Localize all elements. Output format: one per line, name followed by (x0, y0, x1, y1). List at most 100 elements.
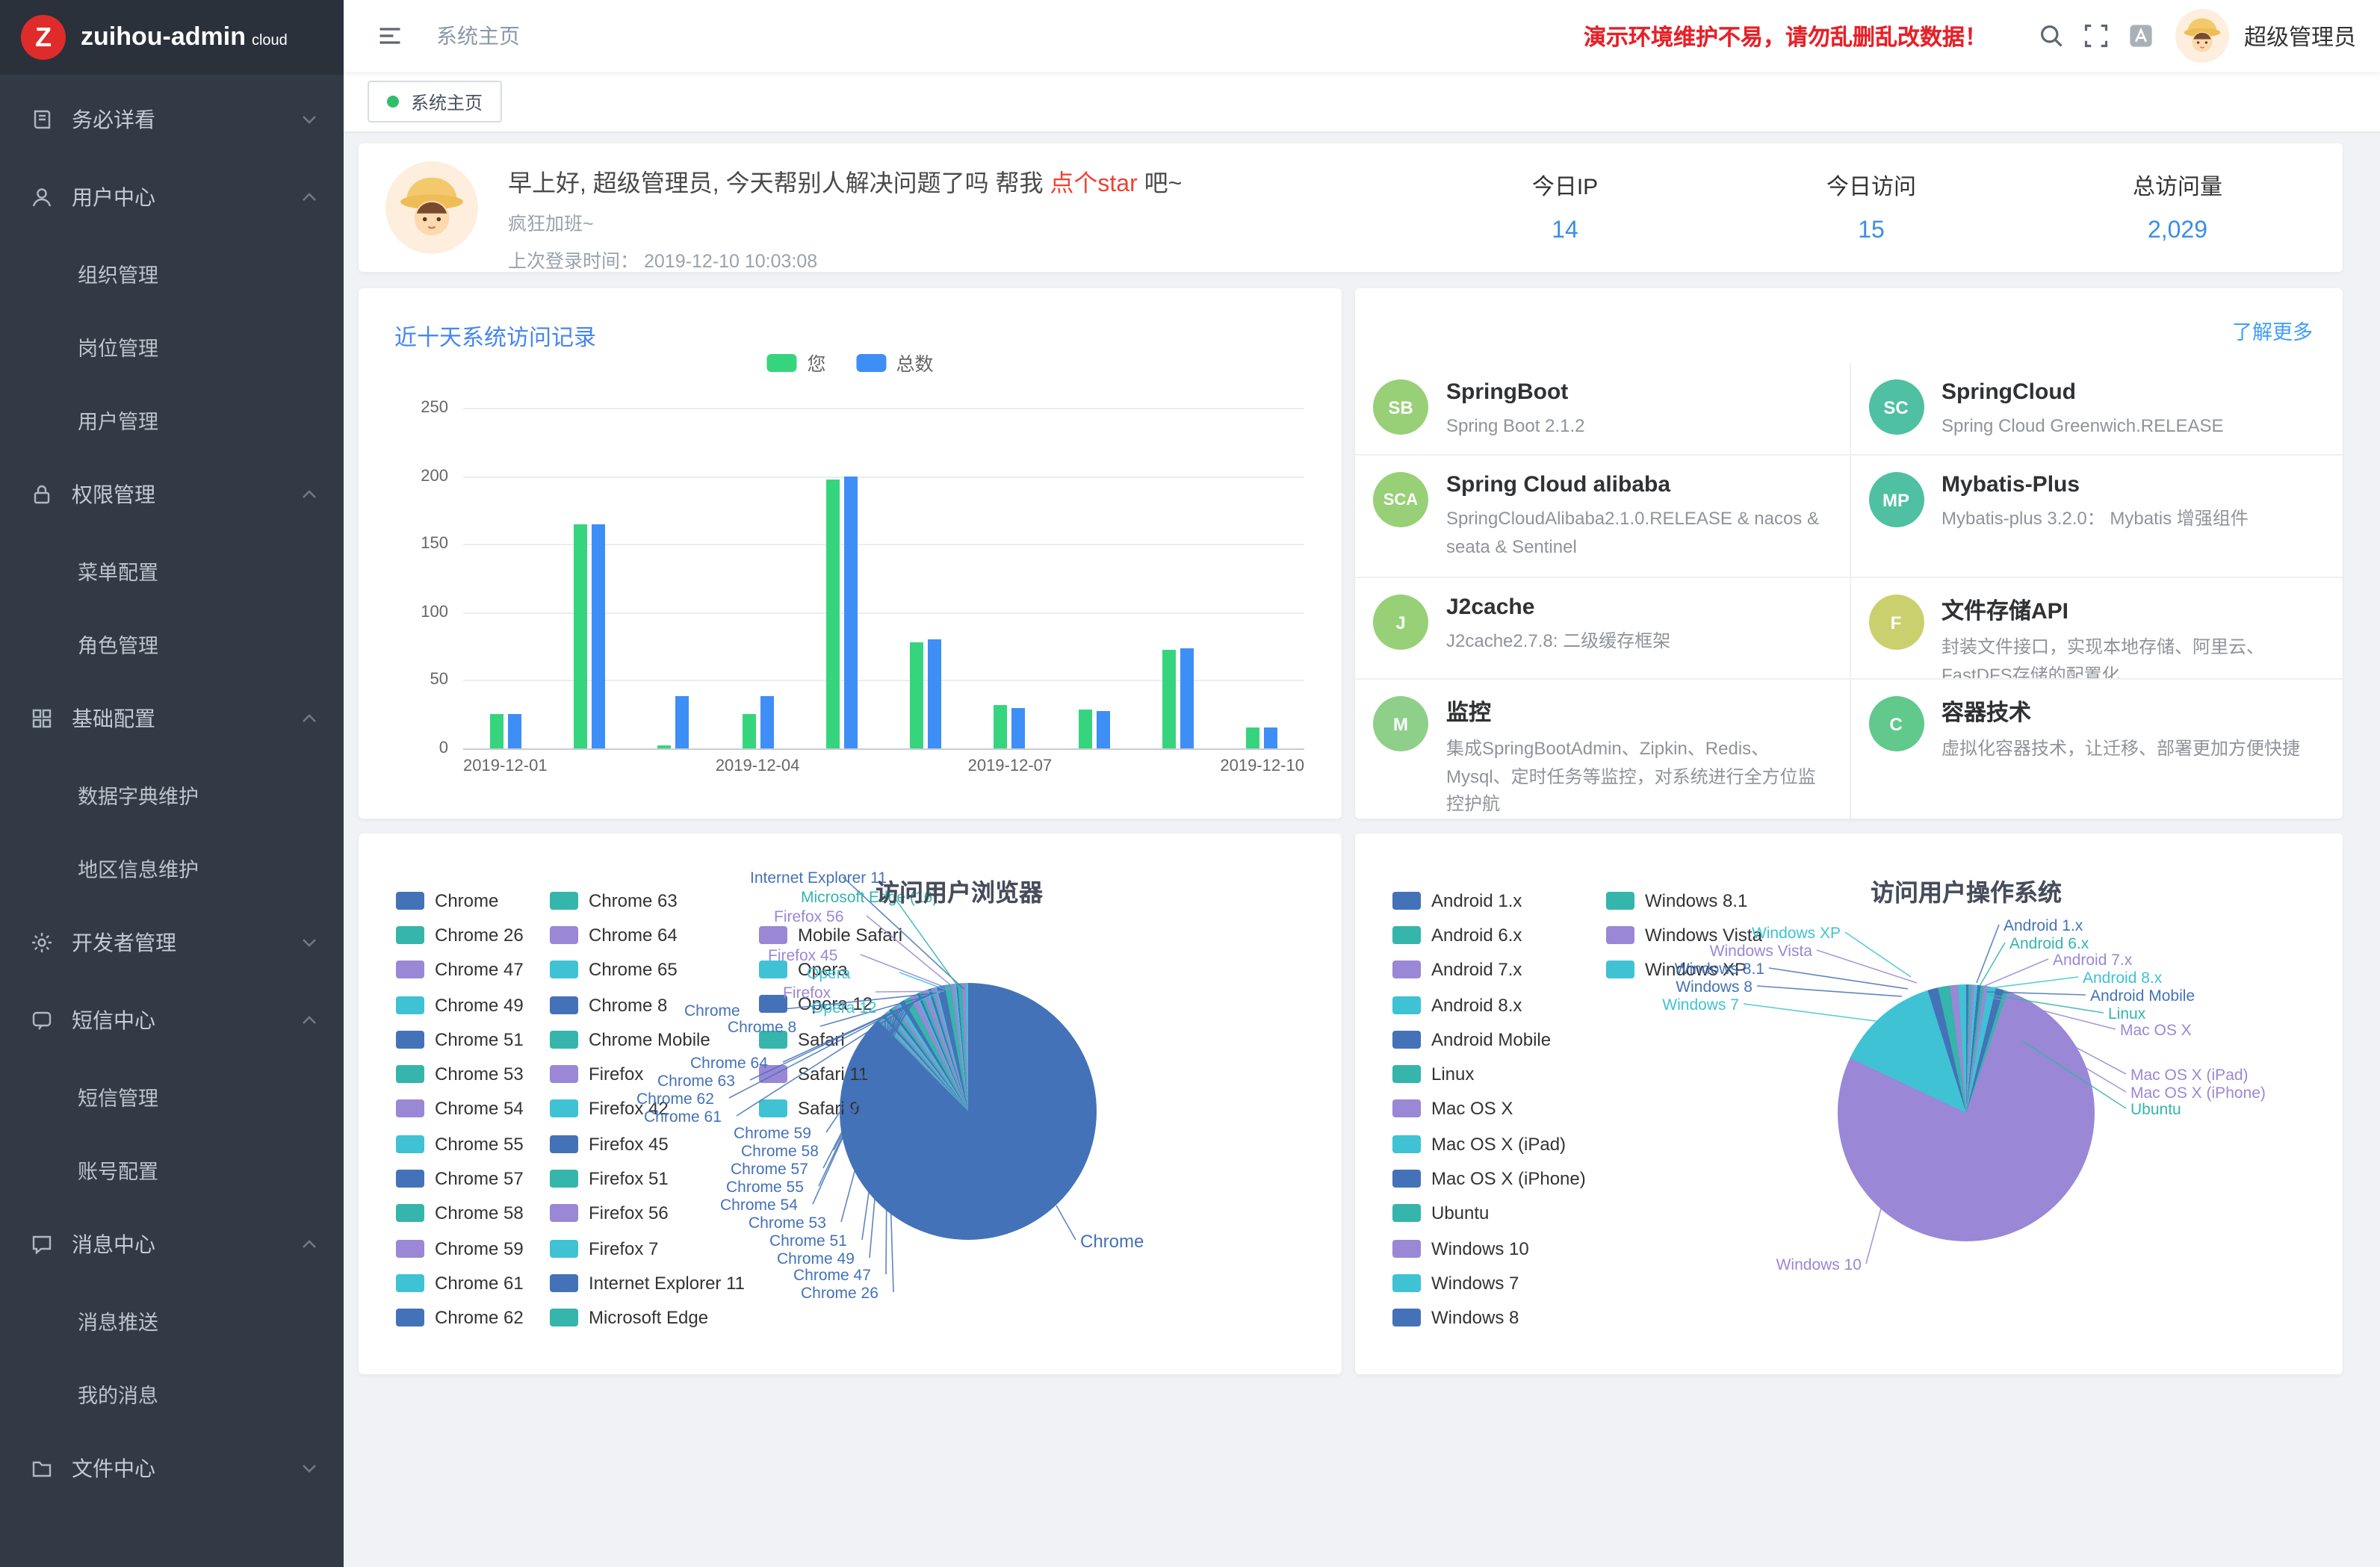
legend-item[interactable]: Windows 10 (1392, 1231, 1586, 1266)
legend-item[interactable]: Linux (1392, 1057, 1586, 1092)
menu-fold-icon[interactable] (368, 13, 412, 58)
sms-icon (30, 1008, 54, 1032)
legend-item[interactable]: Windows 8 (1392, 1300, 1586, 1335)
tab-home[interactable]: 系统主页 (368, 81, 502, 122)
legend-item[interactable]: Chrome 51 (396, 1022, 524, 1057)
legend-swatch (396, 996, 424, 1014)
legend-item[interactable]: Chrome 55 (396, 1126, 524, 1161)
sidebar-subitem[interactable]: 角色管理 (0, 606, 344, 680)
x-axis-label: 2019-12-04 (695, 757, 820, 775)
legend-item[interactable]: Ubuntu (1392, 1196, 1586, 1231)
username[interactable]: 超级管理员 (2244, 20, 2356, 52)
sidebar-subitem[interactable]: 菜单配置 (0, 533, 344, 606)
legend-item[interactable]: Chrome 62 (396, 1300, 524, 1335)
legend-item[interactable]: Android 8.x (1392, 987, 1586, 1023)
legend-item[interactable]: Firefox 56 (550, 1196, 745, 1231)
fullscreen-icon[interactable] (2074, 13, 2119, 58)
sidebar-subitem[interactable]: 我的消息 (0, 1356, 344, 1430)
legend-item[interactable]: Mac OS X (1392, 1092, 1586, 1127)
sidebar-item[interactable]: 消息中心 (0, 1205, 344, 1283)
legend-item[interactable]: Android 7.x (1392, 952, 1586, 987)
chevron-up-icon (302, 1240, 317, 1249)
legend-item[interactable]: Firefox 51 (550, 1161, 745, 1197)
legend-item[interactable]: Firefox 7 (550, 1231, 745, 1266)
legend-item[interactable]: Safari 11 (759, 1056, 902, 1091)
pie-callout-label: Chrome 57 (731, 1161, 808, 1179)
legend-label: Android Mobile (1431, 1029, 1551, 1050)
learn-more-link[interactable]: 了解更多 (2232, 315, 2313, 345)
legend-item[interactable]: Chrome 64 (550, 918, 745, 953)
pie-callout-label: Chrome 54 (720, 1197, 798, 1214)
pies-row: 访问用户浏览器 ChromeChrome 26Chrome 47Chrome 4… (359, 834, 2343, 1374)
legend-label: Chrome 47 (435, 959, 524, 980)
sidebar-subitem[interactable]: 用户管理 (0, 382, 344, 456)
legend-item[interactable]: Chrome 49 (396, 987, 524, 1023)
legend-item[interactable]: Chrome 59 (396, 1231, 524, 1266)
legend-label: Firefox 7 (589, 1238, 658, 1259)
x-axis-label: 2019-12-10 (1200, 757, 1325, 775)
legend-item[interactable]: Android Mobile (1392, 1022, 1586, 1057)
logo-title: zuihou-admincloud (81, 22, 288, 52)
legend-item[interactable]: Windows 7 (1392, 1266, 1586, 1301)
legend-item[interactable]: Microsoft Edge (550, 1300, 745, 1335)
legend-item[interactable]: Android 1.x (1392, 883, 1586, 918)
legend-swatch (1392, 1205, 1421, 1223)
user-avatar[interactable] (2175, 9, 2229, 63)
legend-item[interactable]: Android 6.x (1392, 918, 1586, 953)
legend-item[interactable]: Chrome 47 (396, 952, 524, 987)
legend-item[interactable]: Chrome 58 (396, 1196, 524, 1231)
stat-label: 今日IP (1412, 170, 1718, 202)
sidebar-subitem[interactable]: 短信管理 (0, 1059, 344, 1132)
legend-label: Mac OS X (1431, 1099, 1513, 1120)
charts-row: 近十天系统访问记录 您总数 0501001502002502019-12-012… (359, 288, 2343, 819)
sidebar-subitem[interactable]: 组织管理 (0, 236, 344, 309)
legend-item[interactable]: Firefox 45 (550, 1126, 745, 1161)
sidebar-item[interactable]: 权限管理 (0, 456, 344, 533)
tech-avatar: M (1373, 696, 1428, 751)
legend-item[interactable]: Safari 9 (759, 1091, 902, 1126)
sidebar-item[interactable]: 开发者管理 (0, 904, 344, 981)
sidebar-menu: 务必详看用户中心组织管理岗位管理用户管理权限管理菜单配置角色管理基础配置数据字典… (0, 75, 344, 1507)
legend-item[interactable]: Chrome 63 (550, 883, 745, 918)
sidebar-item[interactable]: 务必详看 (0, 81, 344, 158)
star-link[interactable]: 点个star (1050, 172, 1137, 197)
grid-line (463, 476, 1304, 477)
tech-cell: F文件存储API封装文件接口，实现本地存储、阿里云、FastDFS存储的配置化 (1849, 577, 2343, 678)
legend-item[interactable]: Chrome 65 (550, 952, 745, 987)
pie-callout-label: Windows 10 (1776, 1256, 1862, 1274)
sidebar-subitem[interactable]: 岗位管理 (0, 309, 344, 382)
pie-callout-label: Opera 12 (811, 999, 877, 1017)
content: 早上好, 超级管理员, 今天帮别人解决问题了吗 帮我 点个star 吧~ 疯狂加… (344, 131, 2380, 1567)
sidebar-item-label: 务必详看 (72, 105, 155, 134)
sidebar-item[interactable]: 用户中心 (0, 158, 344, 236)
legend-label: Chrome 63 (589, 890, 678, 910)
tech-avatar: C (1868, 696, 1924, 751)
legend-item[interactable]: 您 (766, 348, 825, 376)
legend-item[interactable]: Mac OS X (iPhone) (1392, 1161, 1586, 1197)
app-root: Z zuihou-admincloud 务必详看用户中心组织管理岗位管理用户管理… (0, 0, 2380, 1567)
pie-callout-label: Chrome 64 (690, 1055, 768, 1073)
search-icon[interactable] (2029, 13, 2074, 58)
legend-item[interactable]: Chrome 54 (396, 1092, 524, 1127)
legend-label: Android 7.x (1431, 959, 1522, 980)
legend-item[interactable]: Mac OS X (iPad) (1392, 1126, 1586, 1161)
legend-item[interactable]: Chrome 53 (396, 1057, 524, 1092)
legend-item[interactable]: Internet Explorer 11 (550, 1266, 745, 1301)
legend-item[interactable]: Chrome Mobile (550, 1022, 745, 1057)
legend-item[interactable]: Chrome 61 (396, 1266, 524, 1301)
sidebar-item[interactable]: 文件中心 (0, 1430, 344, 1507)
tech-cell: M监控集成SpringBootAdmin、Zipkin、Redis、Mysql、… (1355, 678, 1849, 819)
sidebar-subitem[interactable]: 消息推送 (0, 1283, 344, 1356)
legend-item[interactable]: Chrome 26 (396, 918, 524, 953)
font-size-icon[interactable] (2119, 13, 2163, 58)
legend-label: Chrome 57 (435, 1168, 524, 1189)
legend-item[interactable]: Chrome (396, 883, 524, 918)
sidebar-subitem[interactable]: 数据字典维护 (0, 757, 344, 831)
sidebar-subitem[interactable]: 地区信息维护 (0, 831, 344, 904)
sidebar-item[interactable]: 基础配置 (0, 680, 344, 757)
legend-item[interactable]: Chrome 57 (396, 1161, 524, 1197)
sidebar-item[interactable]: 短信中心 (0, 981, 344, 1059)
legend-item[interactable]: Windows 8.1 (1606, 883, 1762, 918)
sidebar-subitem[interactable]: 账号配置 (0, 1132, 344, 1205)
legend-item[interactable]: 总数 (856, 348, 934, 376)
